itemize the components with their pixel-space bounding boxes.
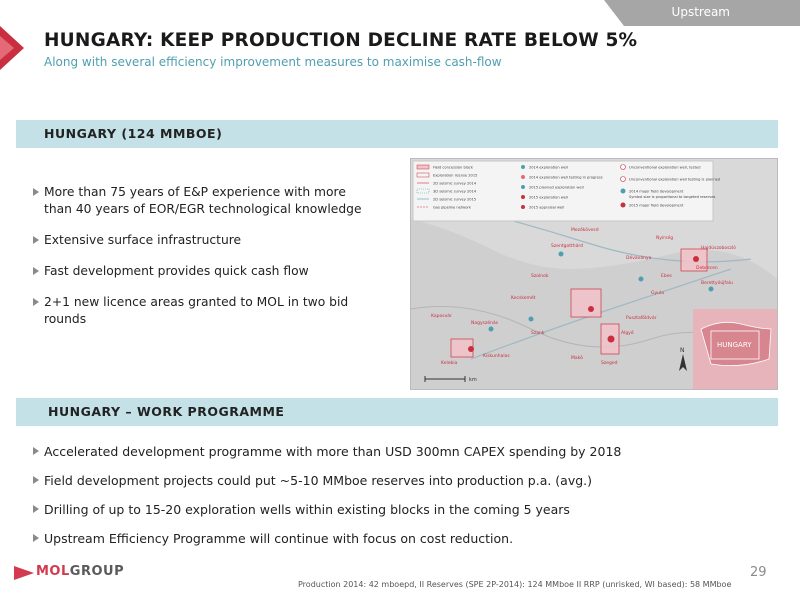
svg-text:Gyula: Gyula: [651, 290, 664, 296]
svg-text:Ebes: Ebes: [661, 273, 672, 279]
svg-text:2015 exploration well: 2015 exploration well: [529, 196, 568, 200]
page-title: HUNGARY: KEEP PRODUCTION DECLINE RATE BE…: [44, 30, 638, 51]
list-item: 2+1 new licence areas granted to MOL in …: [33, 294, 378, 328]
footer-note: Production 2014: 42 mboepd, II Reserves …: [298, 580, 732, 589]
svg-text:Makó: Makó: [571, 354, 583, 361]
svg-text:Szank: Szank: [531, 330, 545, 336]
svg-text:HUNGARY: HUNGARY: [717, 341, 752, 349]
svg-text:Szolnok: Szolnok: [531, 273, 549, 279]
bullet-arrow-icon: [33, 267, 39, 275]
tab-label: Upstream: [671, 5, 730, 19]
svg-text:Kiskunhalas: Kiskunhalas: [483, 353, 510, 359]
svg-text:2015 major field development: 2015 major field development: [629, 204, 684, 208]
bullet-list-work-programme: Accelerated development programme with m…: [33, 443, 773, 559]
mol-logo-icon: [14, 566, 34, 580]
svg-text:3D seismic survey 2014: 3D seismic survey 2014: [433, 190, 477, 194]
svg-text:Algyő: Algyő: [621, 330, 634, 336]
list-item: Field development projects could put ~5-…: [33, 472, 773, 489]
svg-text:km: km: [469, 377, 477, 383]
svg-text:Kecskemét: Kecskemét: [511, 294, 536, 301]
svg-text:Unconventional exploration wel: Unconventional exploration well testing …: [629, 178, 720, 182]
svg-text:Mezőkövesd: Mezőkövesd: [571, 227, 599, 233]
bullet-arrow-icon: [33, 534, 39, 542]
mol-group-logo: MOLGROUP: [36, 564, 125, 579]
svg-text:2014 major field development: 2014 major field development: [629, 190, 684, 194]
bullet-arrow-icon: [33, 298, 39, 306]
svg-text:Dévaványa: Dévaványa: [626, 254, 652, 261]
list-item: More than 75 years of E&P experience wit…: [33, 184, 378, 218]
list-item: Accelerated development programme with m…: [33, 443, 773, 460]
list-item: Upstream Efficiency Programme will conti…: [33, 530, 773, 547]
list-item: Fast development provides quick cash flo…: [33, 263, 378, 280]
svg-text:2D seismic survey 2015: 2D seismic survey 2015: [433, 198, 476, 202]
svg-text:Kaposvár: Kaposvár: [431, 312, 452, 319]
list-item: Drilling of up to 15-20 exploration well…: [33, 501, 773, 518]
map-image: Field concession block Exploration licen…: [411, 159, 777, 389]
list-item: Extensive surface infrastructure: [33, 232, 378, 249]
svg-text:Hajdúszoboszló: Hajdúszoboszló: [701, 244, 736, 251]
svg-text:Unconventional exploration wel: Unconventional exploration well, tested: [629, 166, 701, 170]
bullet-arrow-icon: [33, 188, 39, 196]
page-subtitle: Along with several efficiency improvemen…: [44, 55, 502, 69]
svg-text:2014 exploration well: 2014 exploration well: [529, 166, 568, 170]
svg-text:Nagyszénás: Nagyszénás: [471, 319, 499, 326]
svg-text:Symbol size is proportional to: Symbol size is proportional to targeted …: [629, 195, 716, 199]
svg-text:2014 exploration well testing: 2014 exploration well testing in progres…: [529, 176, 603, 180]
svg-text:2015 planned exploration well: 2015 planned exploration well: [529, 186, 584, 190]
svg-text:N: N: [680, 347, 685, 354]
svg-text:Szentgotthárd: Szentgotthárd: [551, 242, 583, 249]
svg-text:Debrecen: Debrecen: [696, 265, 718, 271]
section-band-hungary: HUNGARY (124 MMBOE): [16, 120, 778, 148]
bullet-list-hungary: More than 75 years of E&P experience wit…: [33, 184, 378, 342]
section-band-work-programme: HUNGARY – WORK PROGRAMME: [16, 398, 778, 426]
svg-text:Nyírség: Nyírség: [656, 234, 673, 241]
page-number: 29: [750, 565, 767, 580]
svg-text:Kelebia: Kelebia: [441, 360, 458, 366]
svg-text:Szeged: Szeged: [601, 360, 618, 366]
svg-text:2015 appraisal well: 2015 appraisal well: [529, 206, 564, 210]
svg-text:Pusztaföldvár: Pusztaföldvár: [626, 314, 657, 321]
svg-text:Berettyóújfalu: Berettyóújfalu: [701, 279, 733, 286]
section-heading-hungary: HUNGARY (124 MMBOE): [44, 126, 223, 141]
section-tab: Upstream: [604, 0, 800, 26]
section-heading-work-programme: HUNGARY – WORK PROGRAMME: [48, 404, 285, 419]
bullet-arrow-icon: [33, 236, 39, 244]
hungary-map: Field concession block Exploration licen…: [410, 158, 778, 390]
bullet-arrow-icon: [33, 505, 39, 513]
inset-map: HUNGARY: [693, 309, 777, 389]
brand-marker-icon: [0, 26, 24, 70]
bullet-arrow-icon: [33, 447, 39, 455]
svg-text:Exploration license 2015: Exploration license 2015: [433, 174, 477, 178]
bullet-arrow-icon: [33, 476, 39, 484]
svg-text:Gas pipeline network: Gas pipeline network: [433, 206, 472, 210]
svg-text:2D seismic survey 2014: 2D seismic survey 2014: [433, 182, 477, 186]
svg-text:Field concession block: Field concession block: [433, 166, 474, 170]
